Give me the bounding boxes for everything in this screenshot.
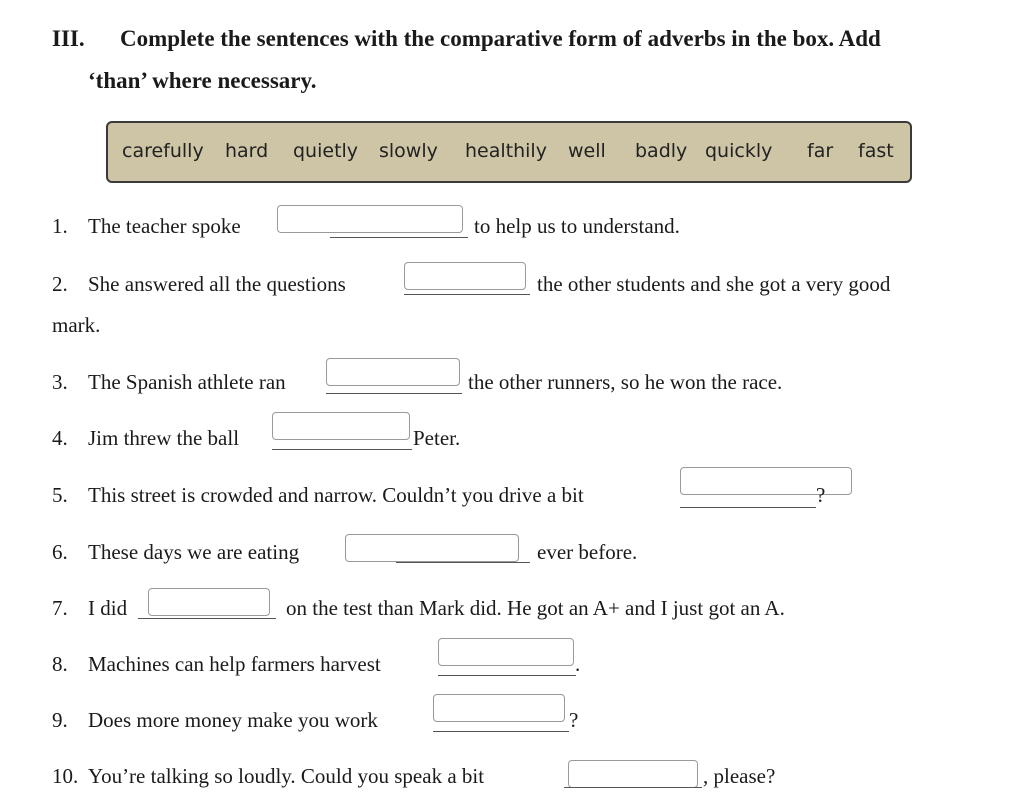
answer-blank-4[interactable] — [272, 412, 410, 440]
exercise-number: III. — [52, 26, 85, 51]
word-box-word: slowly — [379, 140, 438, 162]
sentence-text-after: to help us to understand. — [474, 214, 680, 238]
answer-underline — [680, 507, 816, 508]
sentence-text-after: ? — [569, 708, 579, 732]
sentence-text-after: the other runners, so he won the race. — [468, 370, 783, 394]
sentence-text-after: . — [575, 652, 581, 676]
sentence-text-after: Peter. — [413, 426, 461, 450]
sentence-text-before: Machines can help farmers harvest — [88, 652, 381, 676]
sentence-text-before: Jim threw the ball — [88, 426, 240, 450]
sentence-text-after: ever before. — [537, 540, 638, 564]
answer-blank-1[interactable] — [277, 205, 463, 233]
answer-underline — [272, 449, 412, 450]
sentence-text-before: The Spanish athlete ran — [88, 370, 286, 394]
word-box: carefully hard quietly slowly healthily … — [106, 121, 912, 183]
sentence-number: 8. — [52, 652, 68, 676]
answer-blank-6[interactable] — [345, 534, 519, 562]
answer-underline — [433, 731, 569, 732]
answer-underline — [396, 562, 530, 563]
answer-blank-3[interactable] — [326, 358, 460, 386]
sentence-number: 3. — [52, 370, 68, 394]
sentence-text-before: I did — [88, 596, 128, 620]
word-box-word: hard — [225, 140, 269, 162]
word-box-word: quickly — [705, 140, 773, 162]
sentence-text-before: Does more money make you work — [88, 708, 378, 732]
answer-underline — [326, 393, 462, 394]
sentence-text-after: the other students and she got a very go… — [537, 272, 891, 296]
sentence-text-before: The teacher spoke — [88, 214, 241, 238]
answer-blank-7[interactable] — [148, 588, 270, 616]
answer-blank-2[interactable] — [404, 262, 526, 290]
sentence-number: 5. — [52, 483, 68, 507]
word-box-word: well — [568, 140, 606, 162]
sentence-text-before: This street is crowded and narrow. Could… — [88, 483, 584, 507]
sentence-text-before: You’re talking so loudly. Could you spea… — [88, 764, 485, 788]
answer-blank-5[interactable] — [680, 467, 852, 495]
sentence-text-after: on the test than Mark did. He got an A+ … — [286, 596, 785, 620]
sentence-number: 10. — [52, 764, 79, 788]
answer-blank-8[interactable] — [438, 638, 574, 666]
sentence-number: 2. — [52, 272, 68, 296]
exercise-instruction-line1: Complete the sentences with the comparat… — [120, 26, 881, 51]
sentence-text-before: She answered all the questions — [88, 272, 346, 296]
sentence-number: 9. — [52, 708, 68, 732]
word-box-word: healthily — [465, 140, 547, 162]
sentence-number: 1. — [52, 214, 68, 238]
sentence-text-after: , please? — [703, 764, 776, 788]
word-box-word: far — [807, 140, 834, 162]
answer-underline — [330, 237, 468, 238]
word-box-word: fast — [858, 140, 894, 162]
sentence-continuation: mark. — [52, 313, 101, 337]
sentence-number: 7. — [52, 596, 68, 620]
word-box-word: badly — [635, 140, 688, 162]
answer-blank-10[interactable] — [568, 760, 698, 788]
sentence-number: 6. — [52, 540, 68, 564]
word-box-word: quietly — [293, 140, 359, 162]
answer-underline — [438, 675, 576, 676]
word-box-word: carefully — [122, 140, 204, 162]
answer-underline — [404, 294, 530, 295]
sentence-text-before: These days we are eating — [88, 540, 300, 564]
exercise-instruction-line2: ‘than’ where necessary. — [88, 68, 317, 93]
answer-blank-9[interactable] — [433, 694, 565, 722]
answer-underline — [564, 787, 702, 788]
answer-underline — [138, 618, 276, 619]
sentence-text-after: ? — [816, 483, 826, 507]
sentence-number: 4. — [52, 426, 68, 450]
